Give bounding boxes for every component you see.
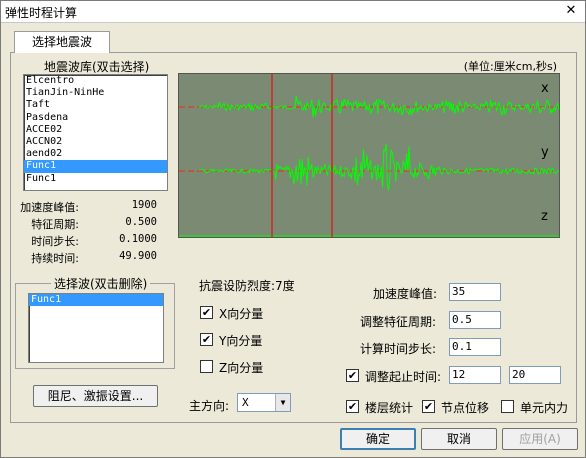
x-component-check-icon: ✔ xyxy=(201,306,212,319)
info-period: 特征周期: 0.500 xyxy=(23,216,163,231)
main-direction-select[interactable]: X ▼ xyxy=(237,393,291,412)
y-waveform xyxy=(198,143,560,191)
y-component-check-icon: ✔ xyxy=(201,333,212,346)
info-peak-value: 1900 xyxy=(131,199,157,211)
info-peak-label: 加速度峰值: xyxy=(20,201,79,214)
param-period-label: 调整特征周期: xyxy=(360,315,437,329)
x-component-checkbox[interactable]: ✔ xyxy=(200,306,213,319)
info-duration-value: 49.900 xyxy=(119,250,157,262)
floor-stats-label: 楼层统计 xyxy=(365,401,414,415)
library-item[interactable]: Elcentro xyxy=(24,75,167,87)
main-direction-value: X xyxy=(242,396,249,409)
selected-waves-list[interactable]: Func1 xyxy=(28,293,164,363)
param-peak-input[interactable]: 35 xyxy=(449,283,501,301)
param-range-label: 调整起止时间: xyxy=(365,370,442,384)
floor-stats-check-icon: ✔ xyxy=(347,400,358,413)
close-icon[interactable]: ✕ xyxy=(563,4,579,19)
floor-stats-checkbox[interactable]: ✔ xyxy=(346,400,359,413)
y-component-checkbox[interactable]: ✔ xyxy=(200,333,213,346)
param-peak-label: 加速度峰值: xyxy=(373,287,438,301)
info-duration-label: 持续时间: xyxy=(31,252,79,265)
wave-library-list[interactable]: Elcentro TianJin-NinHe Taft Pasdena ACCE02 AC… xyxy=(23,74,168,191)
library-item[interactable]: Pasdena xyxy=(24,112,167,124)
library-item[interactable]: Taft xyxy=(24,99,167,111)
ok-button[interactable]: 确定 xyxy=(340,428,416,450)
info-step-value: 0.1000 xyxy=(119,233,157,245)
node-disp-check-icon: ✔ xyxy=(423,400,434,413)
plot-units: (单位:厘米cm,秒s) xyxy=(463,60,557,73)
waveform-svg: x y z xyxy=(179,74,560,237)
range-start-input[interactable]: 12 xyxy=(449,366,501,384)
window-title: 弹性时程计算 xyxy=(5,6,78,20)
range-check-icon: ✔ xyxy=(347,369,358,382)
apply-button[interactable]: 应用(A) xyxy=(502,428,578,450)
tab-select-wave[interactable]: 选择地震波 xyxy=(14,31,110,53)
library-item[interactable]: ACCE02 xyxy=(24,124,167,136)
info-step: 时间步长: 0.1000 xyxy=(23,233,163,248)
title-bar: 弹性时程计算 ✕ xyxy=(1,1,585,23)
info-period-label: 特征周期: xyxy=(31,218,79,231)
info-peak: 加速度峰值: 1900 xyxy=(20,199,163,214)
range-checkbox[interactable]: ✔ xyxy=(346,369,359,382)
library-item[interactable]: Func1 xyxy=(24,160,167,173)
element-force-checkbox[interactable] xyxy=(501,400,514,413)
selected-item[interactable]: Func1 xyxy=(29,294,163,307)
damping-settings-button[interactable]: 阻尼、激振设置... xyxy=(33,385,158,407)
library-item[interactable]: ACCN02 xyxy=(24,136,167,148)
param-step-label: 计算时间步长: xyxy=(360,342,437,356)
node-disp-label: 节点位移 xyxy=(441,401,490,415)
library-item[interactable]: aend02 xyxy=(24,148,167,160)
cancel-button[interactable]: 取消 xyxy=(421,428,497,450)
z-component-label: Z向分量 xyxy=(219,361,264,375)
param-step-input[interactable]: 0.1 xyxy=(449,338,501,356)
dialog-window: 弹性时程计算 ✕ 选择地震波 地震波库(双击选择) Elcentro TianJi… xyxy=(0,0,586,458)
param-period-input[interactable]: 0.5 xyxy=(449,311,501,329)
x-component-label: X向分量 xyxy=(219,307,264,321)
axis-label-x: x xyxy=(541,81,549,96)
chevron-down-icon[interactable]: ▼ xyxy=(275,394,290,411)
selected-waves-label: 选择波(双击删除) xyxy=(51,275,151,292)
library-item[interactable]: TianJin-NinHe xyxy=(24,87,167,99)
axis-label-y: y xyxy=(541,145,549,160)
main-direction-label: 主方向: xyxy=(189,399,230,413)
waveform-plot: x y z xyxy=(178,73,560,238)
node-disp-checkbox[interactable]: ✔ xyxy=(422,400,435,413)
range-end-input[interactable]: 20 xyxy=(509,366,561,384)
info-step-label: 时间步长: xyxy=(31,235,79,248)
library-item[interactable]: Func1 xyxy=(24,173,167,185)
info-duration: 持续时间: 49.900 xyxy=(23,250,163,265)
y-component-label: Y向分量 xyxy=(219,334,263,348)
info-period-value: 0.500 xyxy=(125,216,157,228)
library-label: 地震波库(双击选择) xyxy=(44,60,150,74)
z-component-checkbox[interactable] xyxy=(200,360,213,373)
intensity-label: 抗震设防烈度:7度 xyxy=(199,279,295,293)
axis-label-z: z xyxy=(541,209,548,224)
element-force-label: 单元内力 xyxy=(520,401,569,415)
